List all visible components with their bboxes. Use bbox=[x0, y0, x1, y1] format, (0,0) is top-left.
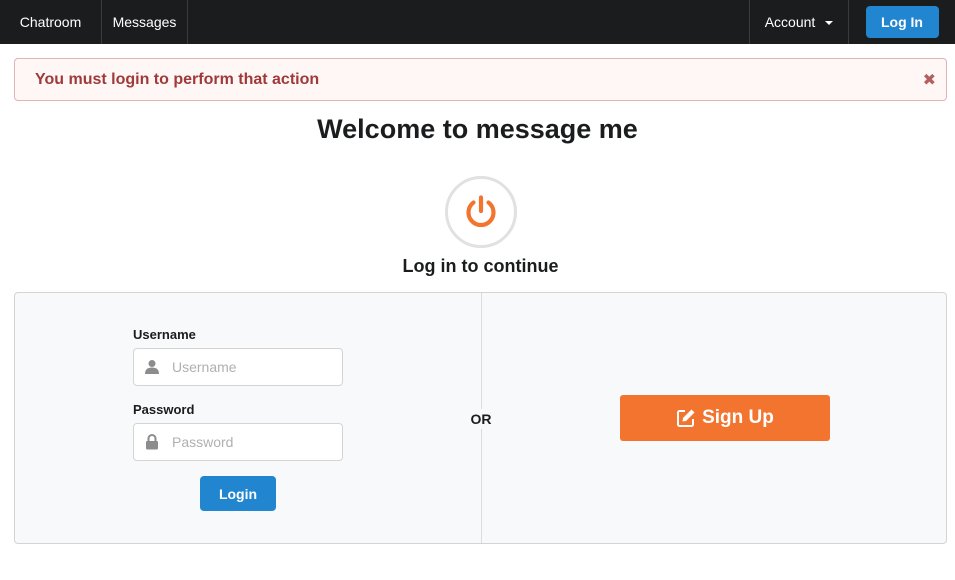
lock-icon bbox=[134, 434, 170, 450]
nav-chatroom-link[interactable]: Chatroom bbox=[0, 0, 102, 44]
nav-messages-link[interactable]: Messages bbox=[102, 0, 188, 44]
alert-message: You must login to perform that action bbox=[35, 70, 320, 88]
username-label: Username bbox=[133, 327, 196, 342]
password-label: Password bbox=[133, 402, 195, 417]
close-icon[interactable]: ✖ bbox=[923, 70, 936, 90]
username-input[interactable] bbox=[170, 350, 338, 384]
username-field bbox=[133, 348, 343, 386]
power-icon-circle bbox=[445, 176, 517, 248]
user-icon bbox=[134, 359, 170, 375]
caret-down-icon bbox=[825, 21, 834, 25]
login-submit-button[interactable]: Login bbox=[200, 476, 276, 511]
navbar-spacer bbox=[188, 0, 749, 44]
password-input[interactable] bbox=[170, 425, 338, 459]
error-alert: You must login to perform that action ✖ bbox=[14, 58, 947, 101]
page-subtitle: Log in to continue bbox=[402, 256, 559, 276]
account-dropdown-label: Account bbox=[764, 14, 816, 30]
navbar-login-wrapper: Log In bbox=[849, 0, 955, 44]
signup-button-label: Sign Up bbox=[702, 407, 774, 428]
or-divider-label: OR bbox=[468, 409, 494, 429]
page-title: Welcome to message me bbox=[317, 114, 638, 144]
password-field bbox=[133, 423, 343, 461]
top-navbar: Chatroom Messages Account Log In bbox=[0, 0, 955, 44]
edit-icon bbox=[677, 409, 695, 427]
account-dropdown[interactable]: Account bbox=[749, 0, 849, 44]
power-icon bbox=[466, 195, 496, 228]
navbar-login-button[interactable]: Log In bbox=[865, 6, 939, 38]
login-segment: OR Username Password Login Sign Up bbox=[14, 292, 947, 544]
signup-button[interactable]: Sign Up bbox=[620, 395, 830, 441]
